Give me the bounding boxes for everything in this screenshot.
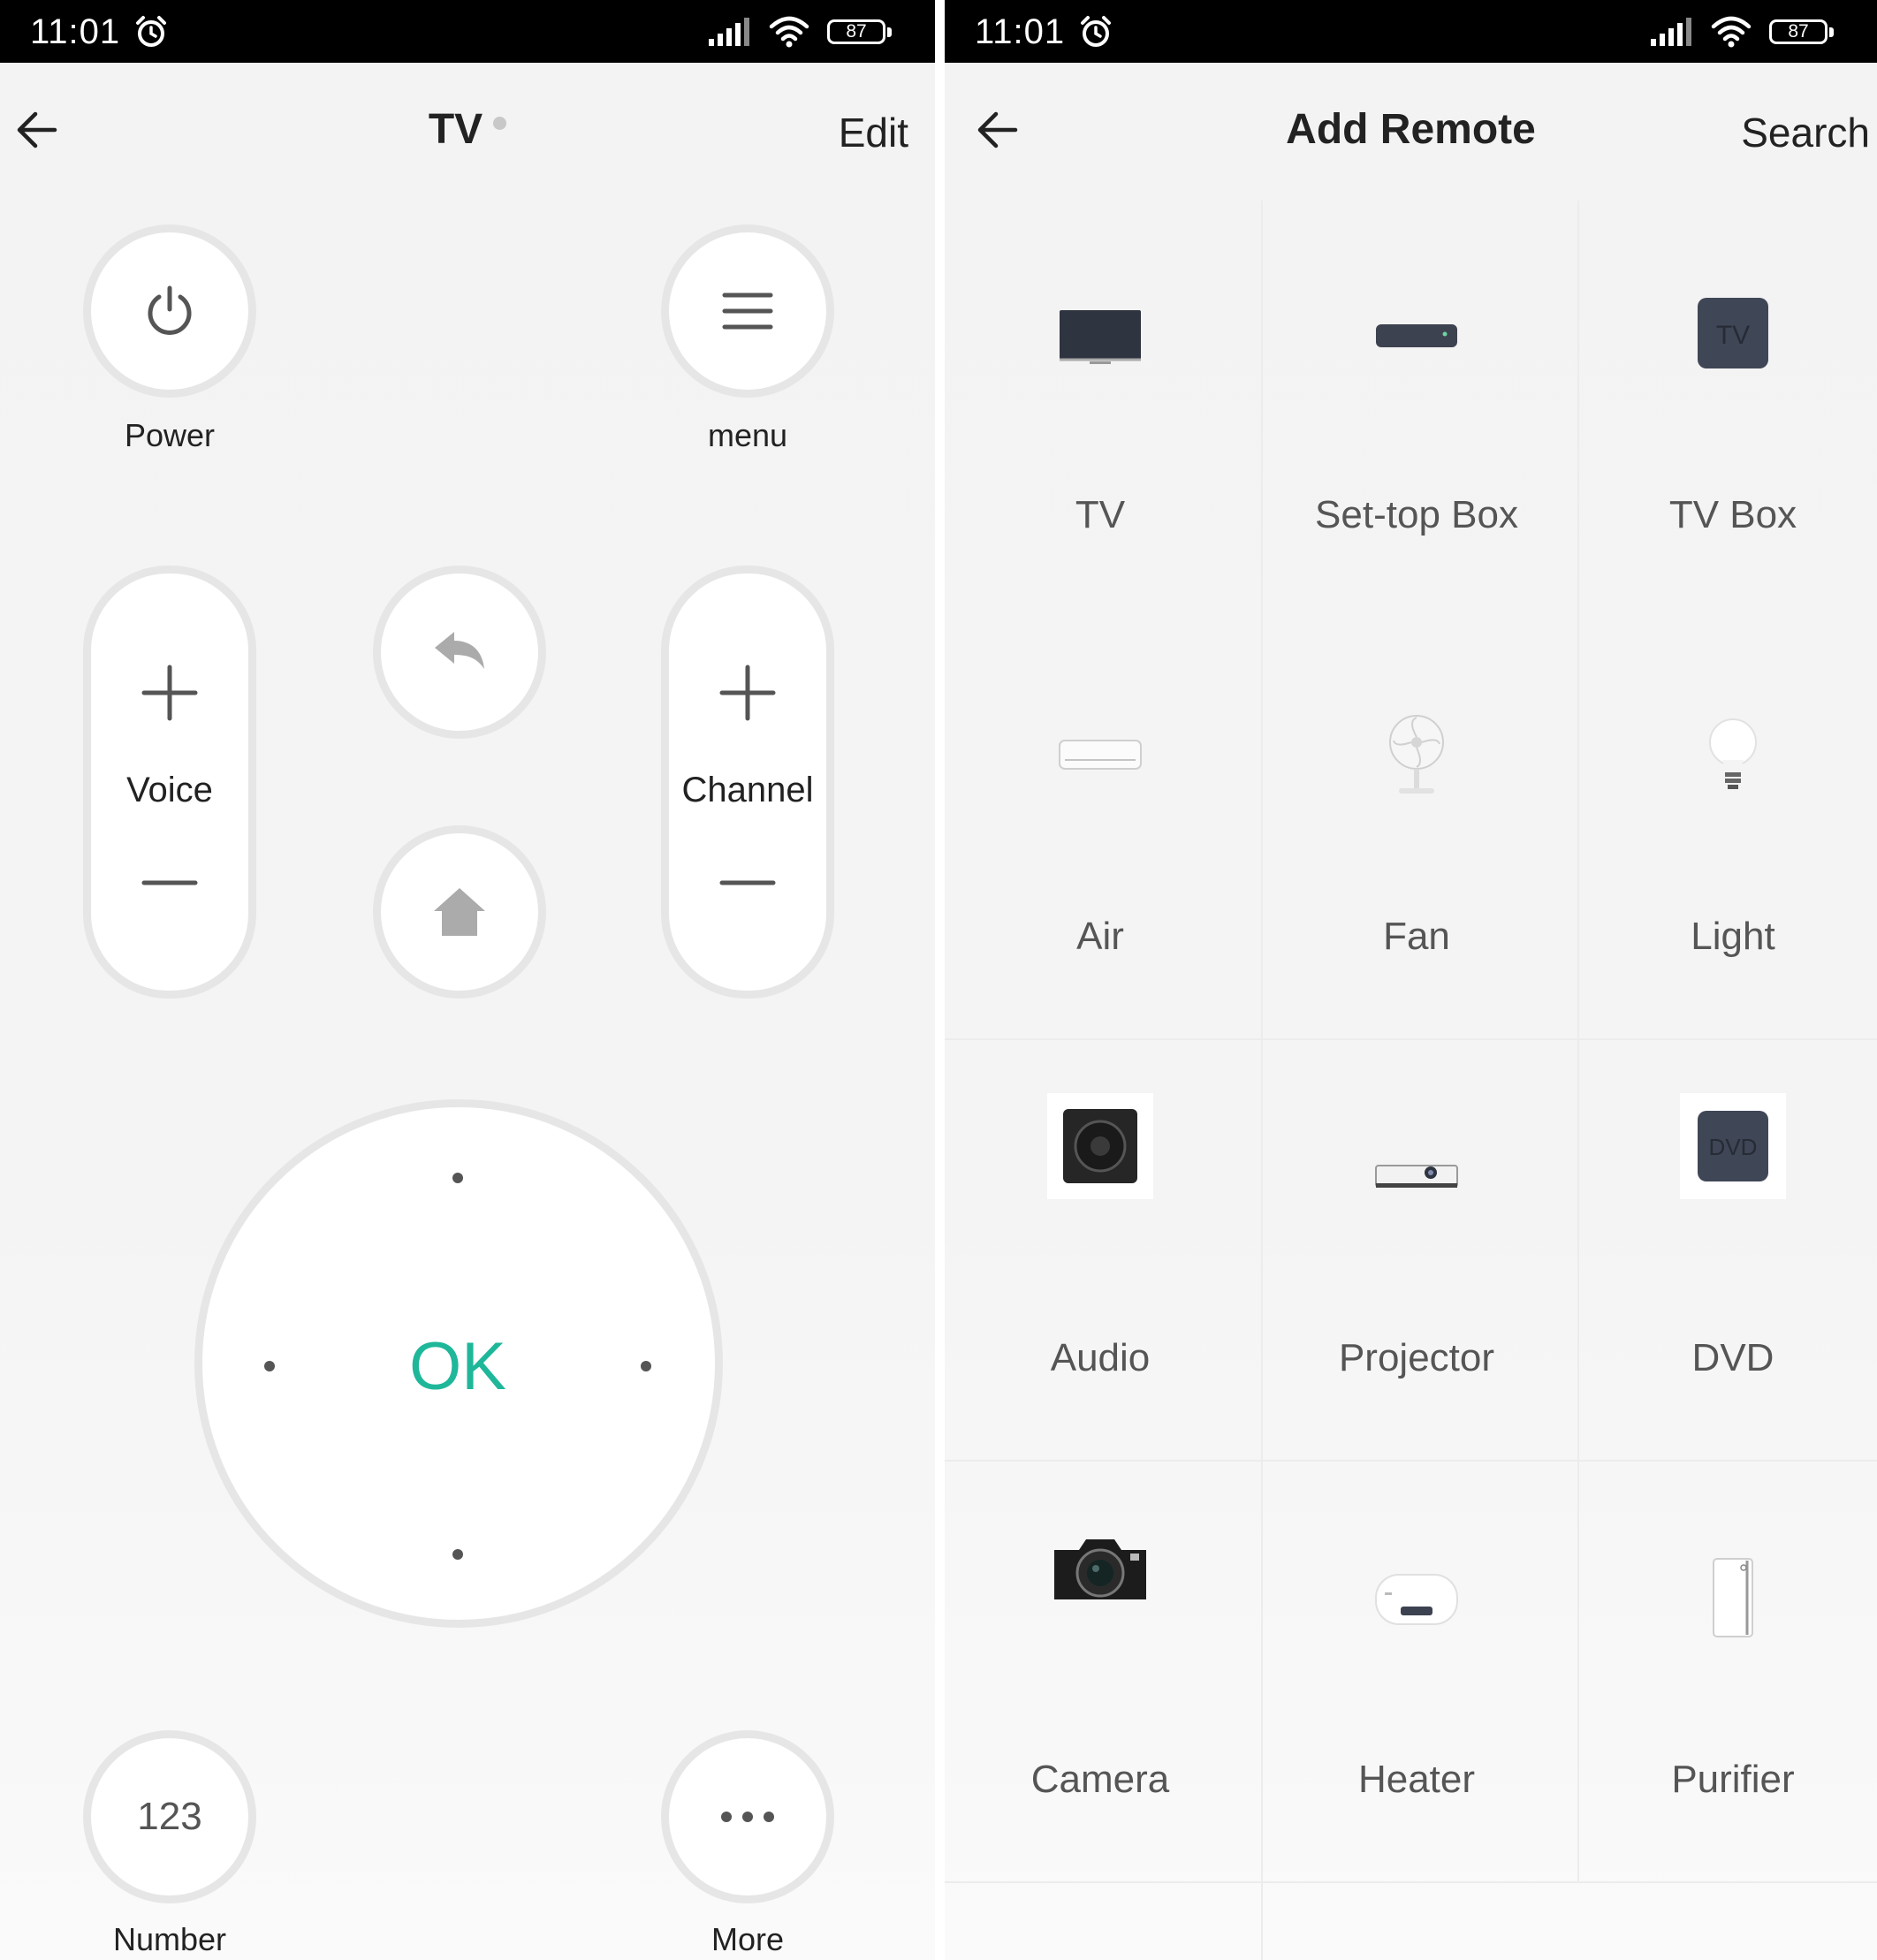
air-conditioner-icon (1059, 740, 1142, 770)
dvd-icon: DVD (1680, 1093, 1786, 1199)
volume-up-icon[interactable] (139, 662, 201, 724)
device-label: TV Box (1668, 493, 1797, 536)
remote-header: TV Edit (0, 63, 935, 201)
device-label: Fan (1383, 915, 1450, 958)
add-remote-title: Add Remote (1286, 106, 1536, 153)
remote-screen: 11:01 87 TV Edit Power menu Voice Channe… (0, 0, 935, 1960)
edit-button[interactable]: Edit (839, 109, 908, 156)
device-label: DVD (1691, 1336, 1774, 1379)
dpad-right[interactable] (611, 1331, 681, 1402)
channel-down-icon[interactable] (717, 874, 779, 892)
remote-title: TV (0, 105, 935, 155)
signal-icon (1651, 18, 1691, 46)
device-tile-projector[interactable]: Projector (1261, 1044, 1572, 1465)
status-bar: 11:01 87 (945, 0, 1877, 63)
device-label: Air (1076, 915, 1124, 958)
channel-label: Channel (681, 771, 814, 809)
alarm-icon (1081, 16, 1112, 47)
home-button[interactable] (373, 825, 546, 999)
connection-status-dot (493, 116, 507, 130)
return-button[interactable] (373, 566, 546, 739)
tv-box-icon: TV (1698, 298, 1768, 368)
device-tile-light[interactable]: Light (1577, 622, 1877, 1044)
device-tile-heater[interactable]: Heater (1261, 1465, 1572, 1887)
device-label: Light (1691, 915, 1775, 958)
device-tile-dvd[interactable]: DVD DVD (1577, 1044, 1877, 1465)
power-icon (148, 285, 192, 335)
device-tile-camera[interactable]: Camera (945, 1465, 1256, 1887)
add-remote-screen: 11:01 87 Add Remote Search TV Set-top Bo… (945, 0, 1877, 1960)
channel-control: Channel (661, 566, 834, 999)
air-purifier-icon (1713, 1558, 1753, 1637)
device-tile-purifier[interactable]: Purifier (1577, 1465, 1877, 1887)
voice-control: Voice (83, 566, 256, 999)
dvd-icon-text: DVD (1709, 1134, 1758, 1160)
tv-box-icon-text: TV (1716, 321, 1750, 350)
search-button[interactable]: Search (1741, 109, 1870, 156)
number-button[interactable]: 123 (83, 1730, 256, 1903)
menu-label: menu (707, 417, 788, 453)
alarm-icon (136, 16, 167, 47)
device-label: Heater (1357, 1758, 1476, 1801)
directional-pad: OK (194, 1099, 723, 1628)
device-label: Audio (1050, 1336, 1151, 1379)
power-label: Power (124, 417, 216, 453)
home-icon (434, 888, 485, 936)
more-dots-icon (721, 1812, 774, 1822)
tv-icon (1060, 310, 1141, 364)
return-arrow-icon (435, 632, 484, 669)
set-top-box-icon (1376, 324, 1457, 347)
dpad-left[interactable] (234, 1331, 305, 1402)
device-tile-set-top-box[interactable]: Set-top Box (1261, 201, 1572, 622)
status-time: 11:01 (975, 12, 1113, 51)
device-tile-tv[interactable]: TV (945, 201, 1256, 622)
channel-up-icon[interactable] (717, 662, 779, 724)
device-tile-audio[interactable]: Audio (945, 1044, 1256, 1465)
menu-button[interactable] (661, 224, 834, 398)
battery-indicator: 87 (827, 19, 892, 44)
volume-down-icon[interactable] (139, 874, 201, 892)
device-label: Set-top Box (1315, 493, 1518, 536)
dpad-up[interactable] (422, 1143, 493, 1213)
more-button[interactable] (661, 1730, 834, 1903)
device-label: Projector (1338, 1336, 1495, 1379)
battery-indicator: 87 (1769, 19, 1834, 44)
camera-icon (1054, 1539, 1146, 1599)
voice-label: Voice (126, 771, 213, 809)
power-button[interactable] (83, 224, 256, 398)
speaker-icon (1047, 1093, 1153, 1199)
more-label: More (711, 1921, 785, 1957)
device-label: Camera (1030, 1758, 1170, 1801)
water-heater-icon (1375, 1574, 1458, 1625)
signal-icon (709, 18, 749, 46)
device-label: Purifier (1671, 1758, 1795, 1801)
number-label: Number (112, 1921, 227, 1957)
hamburger-menu-icon (722, 292, 773, 330)
number-button-text: 123 (137, 1795, 202, 1838)
dpad-down[interactable] (422, 1519, 493, 1590)
device-tile-fan[interactable]: Fan (1261, 622, 1572, 1044)
ok-button[interactable]: OK (352, 1318, 564, 1416)
status-time: 11:01 (30, 12, 168, 51)
device-tile-tv-box[interactable]: TV TV Box (1577, 201, 1877, 622)
status-bar: 11:01 87 (0, 0, 935, 63)
fan-icon (1389, 715, 1444, 794)
wifi-icon (769, 16, 809, 48)
light-bulb-icon (1709, 718, 1757, 789)
wifi-icon (1711, 16, 1752, 48)
add-remote-header: Add Remote Search (945, 63, 1877, 201)
device-tile-air[interactable]: Air (945, 622, 1256, 1044)
device-label: TV (1075, 493, 1126, 536)
projector-icon (1375, 1165, 1458, 1188)
